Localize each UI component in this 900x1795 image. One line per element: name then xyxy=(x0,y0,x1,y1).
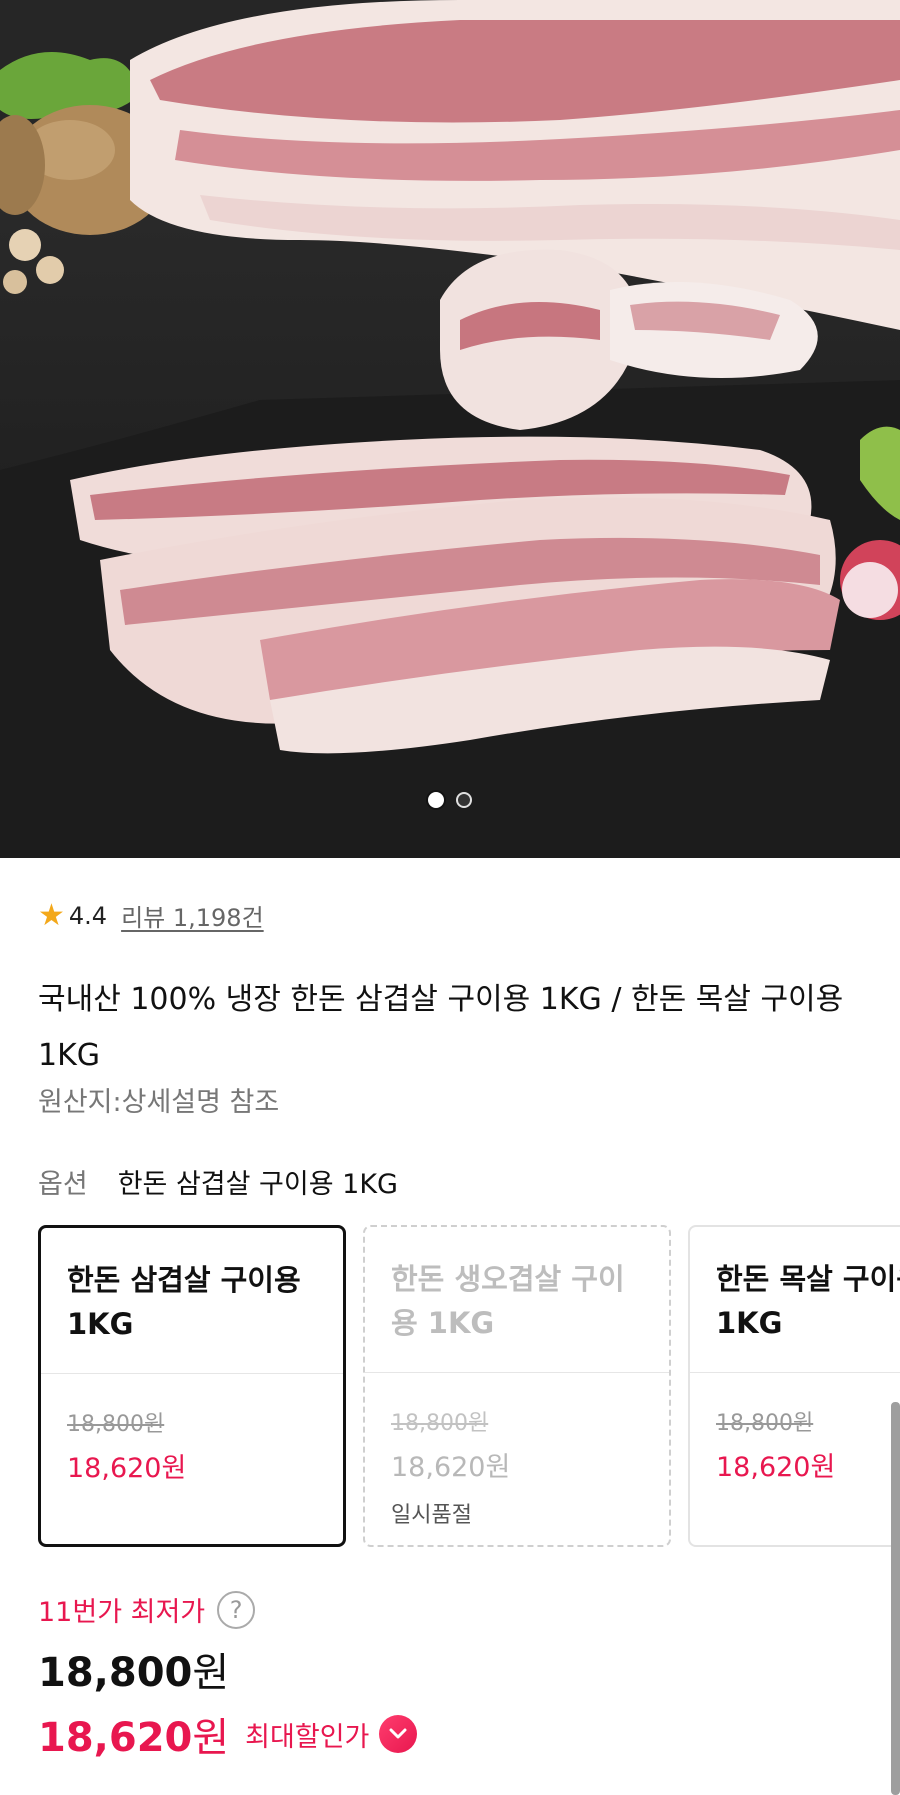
original-price-number: 18,800 xyxy=(38,1650,193,1696)
max-discount-label: 최대할인가 xyxy=(245,1721,370,1753)
product-image-carousel[interactable] xyxy=(0,0,900,858)
option-card-original-price: 18,800원 xyxy=(391,1411,489,1436)
divider xyxy=(365,1372,669,1373)
carousel-dot-2[interactable] xyxy=(456,792,472,808)
carousel-indicator xyxy=(0,792,900,808)
option-card-status: 일시품절 xyxy=(391,1503,472,1528)
original-price-currency: 원 xyxy=(192,1650,230,1696)
option-card-sale-price: 18,620원 xyxy=(716,1452,836,1483)
option-card-name: 한돈 생오겹살 구이용 1KG xyxy=(391,1262,625,1340)
max-discount-row: 18,620원 최대할인가 xyxy=(38,1705,418,1763)
rating-score: 4.4 xyxy=(68,901,108,930)
option-card-name: 한돈 삼겹살 구이용 1KG xyxy=(67,1263,301,1341)
option-card-list[interactable]: 한돈 삼겹살 구이용 1KG 18,800원 18,620원 한돈 생오겹살 구… xyxy=(38,1225,900,1547)
star-icon: ★ xyxy=(38,897,65,933)
option-card-selected[interactable]: 한돈 삼겹살 구이용 1KG 18,800원 18,620원 xyxy=(38,1225,346,1547)
discount-price: 18,620원 xyxy=(38,1705,229,1763)
discount-price-currency: 원 xyxy=(192,1715,230,1761)
chevron-down-icon[interactable] xyxy=(379,1715,418,1753)
option-card-sale-price: 18,620원 xyxy=(67,1453,187,1484)
original-price: 18,800원 xyxy=(38,1640,229,1698)
lowest-price-label: 11번가 최저가 xyxy=(38,1597,206,1628)
option-card-original-price: 18,800원 xyxy=(716,1411,814,1436)
product-title: 국내산 100% 냉장 한돈 삼겹살 구이용 1KG / 한돈 목살 구이용 1… xyxy=(38,982,844,1073)
lowest-price-row: 11번가 최저가 ? xyxy=(38,1590,256,1629)
divider xyxy=(690,1372,900,1373)
page-scrollbar[interactable] xyxy=(891,1402,900,1795)
rating-row: ★ 4.4 리뷰 1,198건 xyxy=(38,898,264,933)
product-photo xyxy=(0,0,900,858)
option-selection-row: 옵션 한돈 삼겹살 구이용 1KG xyxy=(38,1162,398,1201)
product-origin: 원산지:상세설명 참조 xyxy=(38,1087,280,1118)
carousel-dot-1[interactable] xyxy=(428,792,444,808)
discount-price-number: 18,620 xyxy=(38,1715,193,1761)
divider xyxy=(41,1373,343,1374)
question-circle-icon[interactable]: ? xyxy=(217,1590,256,1629)
option-card-sale-price: 18,620원 xyxy=(391,1452,511,1483)
option-card-soldout[interactable]: 한돈 생오겹살 구이용 1KG 18,800원 18,620원 일시품절 xyxy=(363,1225,671,1547)
option-selected-value: 한돈 삼겹살 구이용 1KG xyxy=(117,1169,398,1200)
option-label: 옵션 xyxy=(38,1169,88,1200)
option-card-original-price: 18,800원 xyxy=(67,1412,165,1437)
option-card[interactable]: 한돈 목살 구이용 1KG 18,800원 18,620원 xyxy=(688,1225,900,1547)
option-card-name: 한돈 목살 구이용 1KG xyxy=(716,1262,900,1340)
review-count-link[interactable]: 리뷰 1,198건 xyxy=(121,898,264,933)
